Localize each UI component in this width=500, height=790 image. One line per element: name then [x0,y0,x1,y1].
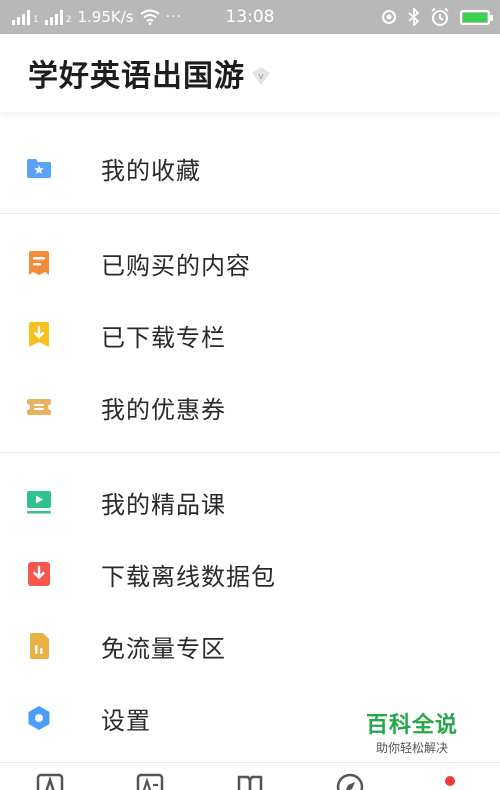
menu-item-data-free-zone[interactable]: 免流量专区 [0,616,500,676]
tab-icon-aa[interactable] [136,773,164,790]
data-free-icon [30,633,49,659]
watermark-logo: 百科全说 助你轻松解决 [362,712,462,756]
menu-item-premium-courses[interactable]: 我的精品课 [0,472,500,532]
tab-icon-book[interactable] [236,773,264,790]
menu-item-purchased[interactable]: 已购买的内容 [0,233,500,293]
download-package-icon [28,562,50,586]
divider [0,213,500,214]
menu-item-favorites[interactable]: 我的收藏 [0,138,500,198]
svg-text:v: v [258,72,264,82]
menu-label-data-free-zone: 免流量专区 [101,634,226,663]
menu-label-premium-courses: 我的精品课 [101,490,226,519]
bluetooth-icon [408,8,420,26]
folder-star-icon [27,159,51,178]
tab-icon-compass[interactable] [336,773,364,790]
battery-icon [460,9,493,25]
tab-icon-me[interactable] [436,773,464,790]
receipt-icon [29,251,49,275]
settings-hexagon-icon [28,706,50,730]
menu-item-downloaded-columns[interactable]: 已下载专栏 [0,305,500,365]
menu-label-settings: 设置 [101,706,151,735]
header: 学好英语出国游 v [0,34,500,112]
watermark-main-text: 百科全说 [365,713,458,738]
menu-item-offline-packages[interactable]: 下载离线数据包 [0,544,500,604]
menu-item-coupons[interactable]: 我的优惠券 [0,377,500,437]
divider [0,452,500,453]
video-play-icon [27,491,51,514]
location-target-icon [382,10,396,24]
menu-label-favorites: 我的收藏 [101,156,201,185]
tab-icon-a[interactable] [36,773,64,790]
bottom-tab-bar [0,762,500,790]
status-bar: 1 2 1.95K/s ··· 13:08 [0,0,500,34]
vip-badge-icon: v [252,67,270,85]
menu-label-downloaded-columns: 已下载专栏 [101,323,226,352]
alarm-icon [431,7,449,26]
watermark-sub-text: 助你轻松解决 [375,741,448,755]
menu-label-coupons: 我的优惠券 [101,395,226,424]
status-right [380,0,493,34]
page-title: 学好英语出国游 [28,59,245,94]
ticket-icon [27,399,51,415]
menu-label-purchased: 已购买的内容 [101,251,251,280]
menu-label-offline-packages: 下载离线数据包 [101,562,276,591]
download-bookmark-icon [29,322,49,347]
